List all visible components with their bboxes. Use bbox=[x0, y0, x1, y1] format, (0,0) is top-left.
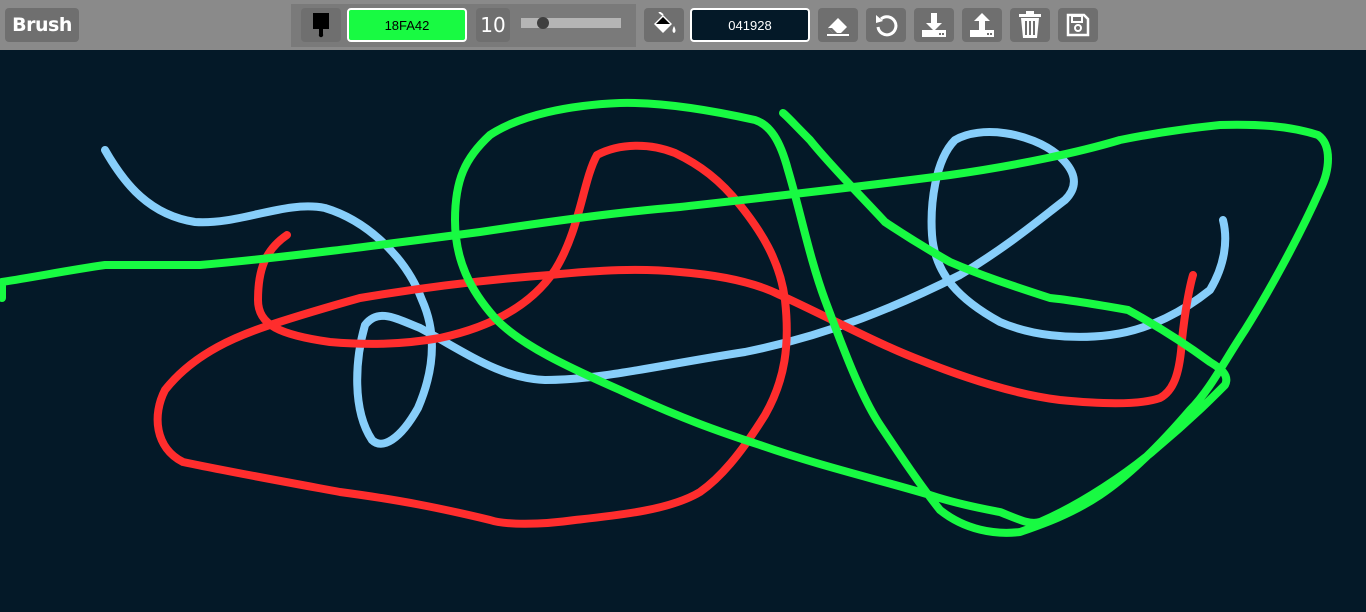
undo-button[interactable] bbox=[866, 8, 906, 42]
canvas-strokes bbox=[0, 98, 1332, 537]
eraser-icon bbox=[827, 18, 849, 36]
toolbar: Brush 18FA42 10 041928 bbox=[0, 0, 1366, 50]
eraser-button[interactable] bbox=[818, 8, 858, 42]
save-button[interactable] bbox=[1058, 8, 1098, 42]
brush-size-slider-thumb[interactable] bbox=[537, 17, 549, 29]
upload-button[interactable] bbox=[962, 8, 1002, 42]
undo-icon bbox=[876, 15, 898, 37]
upload-icon bbox=[970, 13, 994, 37]
brush-color-field[interactable]: 18FA42 bbox=[347, 8, 467, 42]
trash-icon bbox=[1019, 11, 1041, 38]
brush-mode-button[interactable]: Brush bbox=[5, 8, 79, 42]
floppy-disk-icon bbox=[1066, 13, 1090, 37]
brush-size-value: 10 bbox=[476, 8, 510, 42]
paint-brush-icon bbox=[313, 13, 329, 38]
clear-canvas-button[interactable] bbox=[1010, 8, 1050, 42]
download-icon bbox=[922, 13, 946, 37]
download-button[interactable] bbox=[914, 8, 954, 42]
brush-tool-button[interactable] bbox=[301, 8, 341, 42]
fill-background-button[interactable] bbox=[644, 8, 684, 42]
background-color-field[interactable]: 041928 bbox=[690, 8, 810, 42]
paint-bucket-icon bbox=[654, 12, 676, 33]
brush-size-slider[interactable] bbox=[521, 18, 621, 28]
drawing-canvas[interactable] bbox=[0, 50, 1366, 607]
